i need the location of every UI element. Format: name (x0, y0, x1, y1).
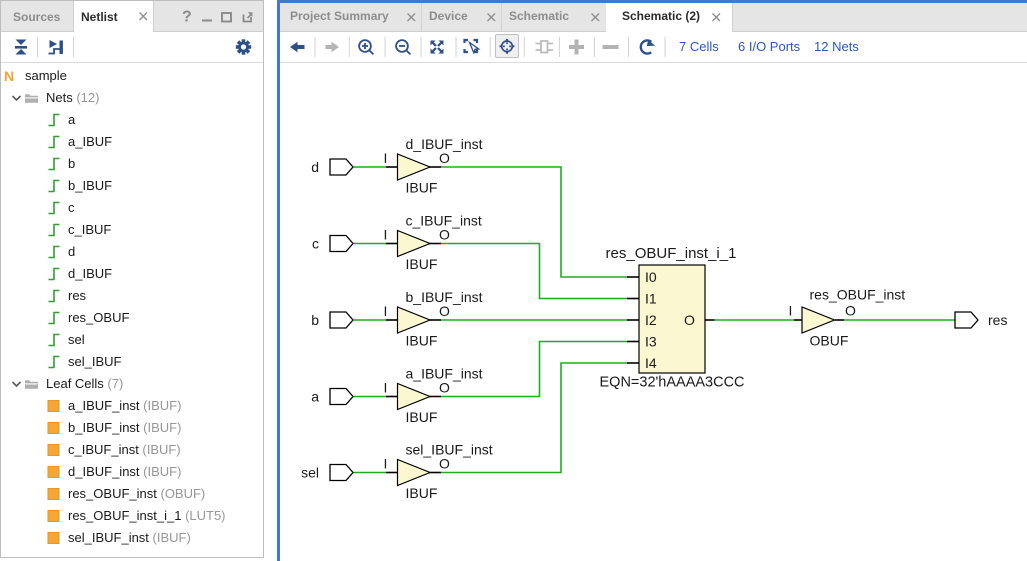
svg-text:O: O (845, 303, 856, 319)
svg-text:c: c (312, 236, 319, 252)
svg-text:I4: I4 (645, 355, 657, 371)
svg-text:IBUF: IBUF (406, 485, 438, 501)
svg-text:IBUF: IBUF (406, 409, 438, 425)
svg-text:I: I (789, 303, 793, 319)
svg-text:O: O (684, 312, 695, 328)
svg-text:IBUF: IBUF (406, 256, 438, 272)
svg-text:d_IBUF_inst: d_IBUF_inst (406, 136, 483, 152)
svg-text:O: O (439, 456, 450, 472)
svg-text:IBUF: IBUF (406, 180, 438, 196)
svg-text:I0: I0 (645, 269, 657, 285)
svg-text:d: d (311, 159, 319, 175)
svg-text:sel: sel (301, 465, 319, 481)
svg-text:I: I (384, 227, 388, 243)
svg-text:I3: I3 (645, 334, 657, 350)
svg-text:sel_IBUF_inst: sel_IBUF_inst (406, 442, 493, 458)
svg-text:O: O (439, 227, 450, 243)
svg-text:c_IBUF_inst: c_IBUF_inst (406, 213, 482, 229)
svg-text:b_IBUF_inst: b_IBUF_inst (406, 289, 483, 305)
svg-text:I2: I2 (645, 312, 657, 328)
svg-text:I: I (384, 456, 388, 472)
svg-text:a_IBUF_inst: a_IBUF_inst (406, 366, 483, 382)
svg-text:O: O (439, 150, 450, 166)
svg-text:res: res (988, 312, 1007, 328)
svg-text:I: I (384, 380, 388, 396)
svg-text:res_OBUF_inst_i_1: res_OBUF_inst_i_1 (606, 245, 737, 262)
svg-text:IBUF: IBUF (406, 333, 438, 349)
svg-text:b: b (311, 312, 319, 328)
svg-text:O: O (439, 380, 450, 396)
svg-text:OBUF: OBUF (810, 333, 849, 349)
svg-text:res_OBUF_inst: res_OBUF_inst (810, 287, 906, 303)
svg-text:I: I (384, 150, 388, 166)
svg-text:I1: I1 (645, 291, 657, 307)
svg-text:EQN=32'hAAAA3CCC: EQN=32'hAAAA3CCC (600, 375, 745, 391)
svg-text:I: I (384, 303, 388, 319)
svg-text:a: a (311, 389, 319, 405)
svg-text:O: O (439, 303, 450, 319)
